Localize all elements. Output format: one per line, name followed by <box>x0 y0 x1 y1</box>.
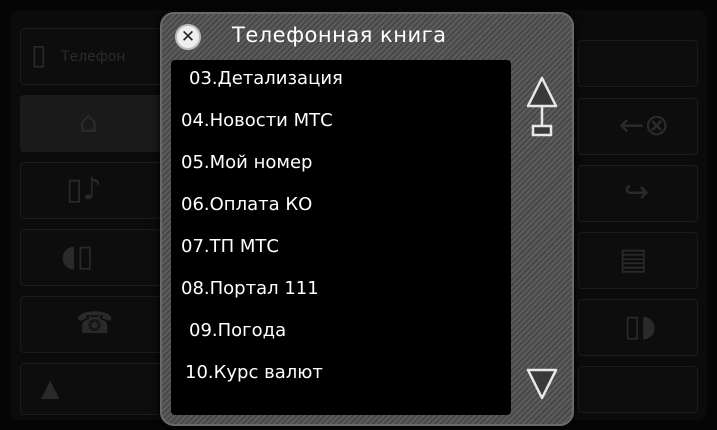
bg-transfer-tile: ▯◗ <box>578 299 698 356</box>
bg-music-tile: ▯♪ <box>20 162 167 219</box>
bg-phone-tile: ▯ Телефон <box>20 28 167 85</box>
handset-icon: ☎ <box>76 306 114 341</box>
dialog-title: Телефонная книга <box>232 23 447 47</box>
contact-list: 03.Детализация 04.Новости МТС 05.Мой ном… <box>171 60 511 415</box>
bg-home-tile: ⌂ <box>20 95 167 152</box>
list-item[interactable]: 03.Детализация <box>189 60 529 98</box>
warning-icon: ▲ <box>41 374 60 402</box>
list-item[interactable]: 07.ТП МТС <box>181 228 521 266</box>
scroll-up-arrow-icon[interactable] <box>526 76 558 146</box>
bg-volume-tile: ◖▯ <box>20 229 167 286</box>
list-item[interactable]: 05.Мой номер <box>181 144 521 182</box>
backspace-icon: ←⊗ <box>619 108 670 143</box>
volume-phone-icon: ◖▯ <box>61 239 94 274</box>
bg-card-tile: ▤ <box>578 232 698 289</box>
redial-icon: ↪ <box>624 175 650 210</box>
close-icon[interactable]: ✕ <box>175 24 201 50</box>
phonebook-dialog: ✕ Телефонная книга 03.Детализация 04.Нов… <box>160 12 574 426</box>
bg-phone-label: Телефон <box>61 49 126 65</box>
bg-handset-tile: ☎ <box>20 296 167 353</box>
list-item[interactable]: 06.Оплата КО <box>181 186 521 224</box>
list-item[interactable]: 04.Новости МТС <box>181 102 521 140</box>
bg-backspace-tile: ←⊗ <box>578 98 698 155</box>
contact-card-icon: ▤ <box>619 242 648 277</box>
bg-redial-tile: ↪ <box>578 165 698 222</box>
bg-warning-tile: ▲ <box>20 363 167 415</box>
home-icon: ⌂ <box>79 105 99 140</box>
phone-music-icon: ▯♪ <box>66 172 102 207</box>
bg-right-tile-1 <box>578 40 698 87</box>
transfer-icon: ▯◗ <box>624 309 657 344</box>
scroll-down-arrow-icon[interactable] <box>526 364 558 404</box>
list-item[interactable]: 08.Портал 111 <box>181 270 521 308</box>
phone-icon: ▯ <box>31 38 47 71</box>
dialog-header: ✕ Телефонная книга <box>162 14 572 58</box>
list-item[interactable]: 09.Погода <box>189 312 529 350</box>
bg-right-tile-6 <box>578 366 698 413</box>
list-item[interactable]: 10.Курс валют <box>185 354 525 392</box>
